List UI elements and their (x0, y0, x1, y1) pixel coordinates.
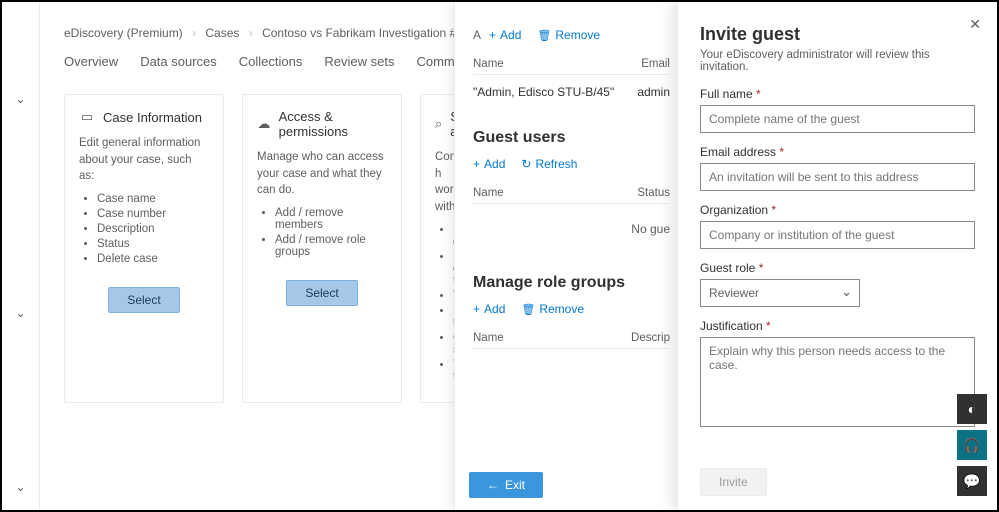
col-desc: Descrip (631, 332, 670, 344)
card-case-info: ▭ Case Information Edit general informat… (64, 94, 224, 403)
close-icon[interactable] (969, 16, 981, 33)
flyout-title: Invite guest (700, 24, 975, 45)
list-item: Case name (97, 193, 209, 205)
table-head: Name Status (473, 183, 670, 204)
col-name: Name (473, 187, 504, 199)
list-item: Case number (97, 208, 209, 220)
org-label: Organization * (700, 203, 975, 217)
empty-message: No gue (473, 204, 670, 254)
role-select[interactable] (700, 279, 860, 307)
table-head: Name Descrip (473, 328, 670, 349)
trash-icon (521, 302, 535, 316)
plus-icon (473, 302, 480, 316)
breadcrumb-item[interactable]: Cases (205, 26, 239, 40)
refresh-icon (521, 157, 531, 171)
panel-toolbar: A Add Remove (473, 28, 670, 42)
exit-button[interactable]: Exit (469, 472, 543, 498)
feedback-icon[interactable]: 💬 (957, 466, 987, 496)
tab-collections[interactable]: Collections (239, 54, 303, 75)
tab-overview[interactable]: Overview (64, 54, 118, 75)
section-heading: Guest users (473, 129, 670, 147)
card-access: ☁ Access & permissions Manage who can ac… (242, 94, 402, 403)
cell-name: "Admin, Edisco STU-B/45" (473, 85, 614, 99)
chevron-down-icon[interactable]: ⌄ (15, 480, 25, 494)
plus-icon (473, 157, 480, 171)
plus-icon (489, 28, 496, 42)
invite-button[interactable]: Invite (700, 468, 767, 496)
breadcrumb-item[interactable]: Contoso vs Fabrikam Investigation #1 (262, 26, 463, 40)
col-name: Name (473, 58, 504, 70)
add-button[interactable]: Add (489, 28, 521, 42)
guest-toolbar: Add Refresh (473, 157, 670, 171)
list-item: Add / remove role groups (275, 234, 387, 258)
tab-review-sets[interactable]: Review sets (324, 54, 394, 75)
breadcrumb-item[interactable]: eDiscovery (Premium) (64, 26, 183, 40)
invite-guest-flyout: Invite guest Your eDiscovery administrat… (677, 2, 997, 510)
list-item: Status (97, 238, 209, 250)
left-rail: ⌄ ⌄ ⌄ (2, 2, 40, 510)
table-head: Name Email (473, 54, 670, 75)
select-button[interactable]: Select (108, 287, 179, 313)
chevron-down-icon[interactable]: ⌄ (15, 92, 25, 106)
card-desc: Manage who can access your case and what… (257, 149, 387, 199)
email-label: Email address * (700, 145, 975, 159)
justification-label: Justification * (700, 319, 975, 333)
add-button[interactable]: Add (473, 157, 505, 171)
col-email: Email (641, 58, 670, 70)
chevron-down-icon[interactable]: ⌄ (15, 306, 25, 320)
role-label: Guest role * (700, 261, 975, 275)
card-title: ☁ Access & permissions (257, 109, 387, 139)
section-heading: Manage role groups (473, 274, 670, 292)
flyout-subtitle: Your eDiscovery administrator will revie… (700, 49, 975, 73)
cell-email: admin (637, 85, 670, 99)
remove-button[interactable]: Remove (537, 28, 600, 42)
members-panel: A Add Remove Name Email "Admin, Edisco S… (454, 2, 684, 510)
refresh-button[interactable]: Refresh (521, 157, 577, 171)
id-card-icon: ▭ (79, 109, 95, 125)
org-input[interactable] (700, 221, 975, 249)
tab-data-sources[interactable]: Data sources (140, 54, 217, 75)
support-icon[interactable]: 🎧 (957, 430, 987, 460)
fab-stack: ◐ 🎧 💬 (957, 394, 987, 496)
fullname-label: Full name * (700, 87, 975, 101)
justification-textarea[interactable] (700, 337, 975, 427)
fullname-input[interactable] (700, 105, 975, 133)
col-status: Status (637, 187, 670, 199)
arrow-left-icon (487, 478, 499, 492)
remove-button[interactable]: Remove (521, 302, 584, 316)
col-name: Name (473, 332, 504, 344)
list-item: Add / remove members (275, 207, 387, 231)
cloud-icon: ☁ (257, 116, 271, 132)
help-icon[interactable]: ◐ (957, 394, 987, 424)
select-button[interactable]: Select (286, 280, 357, 306)
table-row[interactable]: "Admin, Edisco STU-B/45" admin (473, 75, 670, 109)
list-item: Description (97, 223, 209, 235)
rolegroup-toolbar: Add Remove (473, 302, 670, 316)
list-item: Delete case (97, 253, 209, 265)
card-title: ▭ Case Information (79, 109, 209, 125)
add-button[interactable]: Add (473, 302, 505, 316)
search-icon: ⌕ (435, 116, 442, 132)
trash-icon (537, 28, 551, 42)
card-desc: Edit general information about your case… (79, 135, 209, 185)
email-input[interactable] (700, 163, 975, 191)
